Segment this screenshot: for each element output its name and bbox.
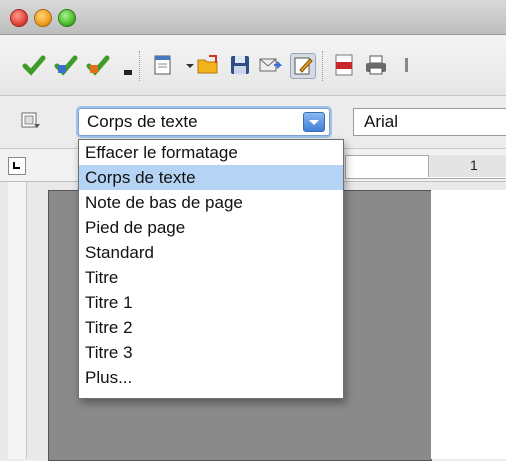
save-icon[interactable]: [228, 53, 252, 77]
new-document-icon[interactable]: [151, 53, 175, 77]
paragraph-style-value[interactable]: Corps de texte: [87, 112, 198, 132]
vertical-ruler: [8, 182, 27, 459]
paragraph-style-combo[interactable]: Corps de texte: [78, 108, 330, 136]
dropdown-item-body-text[interactable]: Corps de texte: [79, 165, 343, 190]
standard-toolbar: [0, 35, 506, 96]
open-folder-icon[interactable]: [196, 53, 220, 77]
styles-list-icon[interactable]: [20, 111, 42, 131]
orange-check-icon[interactable]: [86, 53, 110, 77]
ruler-mark: 1: [470, 157, 478, 173]
new-dropdown-icon[interactable]: [178, 53, 194, 77]
toolbar-edge: [396, 53, 408, 77]
more-arrow-icon[interactable]: [116, 53, 132, 77]
dropdown-item-footer[interactable]: Pied de page: [79, 215, 343, 240]
dropdown-item-heading-2[interactable]: Titre 2: [79, 315, 343, 340]
dropdown-item-more[interactable]: Plus...: [79, 365, 343, 390]
edit-mode-icon[interactable]: [290, 53, 316, 79]
dropdown-item-heading-3[interactable]: Titre 3: [79, 340, 343, 365]
ruler-margin: [428, 155, 506, 177]
font-name-combo[interactable]: Arial: [353, 108, 506, 136]
dropdown-item-footnote[interactable]: Note de bas de page: [79, 190, 343, 215]
dropdown-item-clear-formatting[interactable]: Effacer le formatage: [79, 140, 343, 165]
page-content-area[interactable]: [431, 190, 506, 459]
print-icon[interactable]: [364, 53, 388, 77]
dropdown-item-title[interactable]: Titre: [79, 265, 343, 290]
export-pdf-icon[interactable]: [332, 53, 356, 77]
minimize-button[interactable]: [34, 9, 52, 27]
green-check-icon[interactable]: [22, 53, 46, 77]
close-button[interactable]: [10, 9, 28, 27]
toolbar-separator: [322, 51, 323, 81]
paragraph-style-dropdown: Effacer le formatage Corps de texte Note…: [78, 139, 344, 399]
title-bar: [0, 0, 506, 35]
zoom-button[interactable]: [58, 9, 76, 27]
toolbar-separator: [139, 51, 140, 81]
chevron-down-icon[interactable]: [303, 112, 325, 132]
dropdown-item-heading-1[interactable]: Titre 1: [79, 290, 343, 315]
font-name-value[interactable]: Arial: [364, 112, 398, 132]
tab-stop-selector-icon[interactable]: [8, 157, 26, 175]
blue-check-icon[interactable]: [54, 53, 78, 77]
email-icon[interactable]: [258, 53, 282, 77]
dropdown-item-standard[interactable]: Standard: [79, 240, 343, 265]
